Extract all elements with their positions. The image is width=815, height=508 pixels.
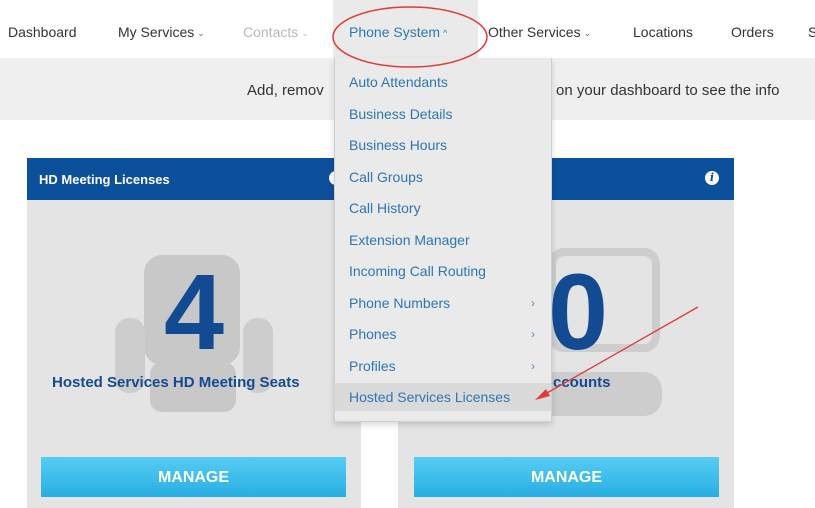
menu-item-extension-manager[interactable]: Extension Manager xyxy=(349,232,470,248)
nav-dashboard[interactable]: Dashboard xyxy=(8,24,77,40)
caret-down-icon: ⌄ xyxy=(197,28,205,38)
nav-other-services-label: Other Services xyxy=(488,24,581,40)
card-label: ccounts xyxy=(553,374,611,391)
nav-phone-system[interactable]: Phone System ^ xyxy=(349,24,447,40)
caret-down-icon: ⌄ xyxy=(583,28,592,38)
caret-up-icon: ^ xyxy=(443,28,448,38)
caret-down-icon: ⌄ xyxy=(301,28,309,38)
menu-item-incoming-call-routing[interactable]: Incoming Call Routing xyxy=(349,263,486,279)
menu-item-business-details[interactable]: Business Details xyxy=(349,106,453,122)
chevron-right-icon: › xyxy=(531,327,535,341)
nav-phone-system-label: Phone System xyxy=(349,24,441,40)
chevron-right-icon: › xyxy=(531,359,535,373)
chevron-right-icon: › xyxy=(531,296,535,310)
accounts-count: 0 xyxy=(548,251,609,372)
menu-item-call-history[interactable]: Call History xyxy=(349,200,421,216)
top-nav: Dashboard My Services ⌄ Contacts ⌄ Phone S… xyxy=(0,0,815,59)
card-header: HD Meeting Licenses i xyxy=(27,158,361,200)
menu-item-auto-attendants[interactable]: Auto Attendants xyxy=(349,74,448,90)
nav-item-truncated[interactable]: S xyxy=(808,24,815,40)
menu-item-business-hours[interactable]: Business Hours xyxy=(349,137,447,153)
nav-other-services[interactable]: Other Services ⌄ xyxy=(488,24,591,40)
menu-item-phones[interactable]: Phones xyxy=(349,326,396,342)
card-title: HD Meeting Licenses xyxy=(39,172,170,187)
manage-button[interactable]: MANAGE xyxy=(414,457,719,497)
nav-contacts-label: Contacts xyxy=(243,24,299,40)
menu-item-phone-numbers[interactable]: Phone Numbers xyxy=(349,295,450,311)
nav-contacts[interactable]: Contacts ⌄ xyxy=(243,24,309,40)
banner-text-left: Add, remov xyxy=(247,82,324,99)
manage-button[interactable]: MANAGE xyxy=(41,457,346,497)
info-icon[interactable]: i xyxy=(705,171,719,185)
menu-item-call-groups[interactable]: Call Groups xyxy=(349,169,423,185)
nav-locations[interactable]: Locations xyxy=(633,24,693,40)
menu-item-hosted-services-licenses[interactable]: Hosted Services Licenses xyxy=(349,389,510,405)
menu-item-profiles[interactable]: Profiles xyxy=(349,358,396,374)
banner-text-right: on your dashboard to see the info xyxy=(556,82,780,99)
nav-my-services[interactable]: My Services ⌄ xyxy=(118,24,205,40)
nav-orders[interactable]: Orders xyxy=(731,24,774,40)
nav-my-services-label: My Services xyxy=(118,24,195,40)
card-label: Hosted Services HD Meeting Seats xyxy=(52,374,300,391)
phone-system-dropdown: Auto Attendants Business Details Busines… xyxy=(334,58,552,422)
hd-meeting-count: 4 xyxy=(164,251,225,372)
